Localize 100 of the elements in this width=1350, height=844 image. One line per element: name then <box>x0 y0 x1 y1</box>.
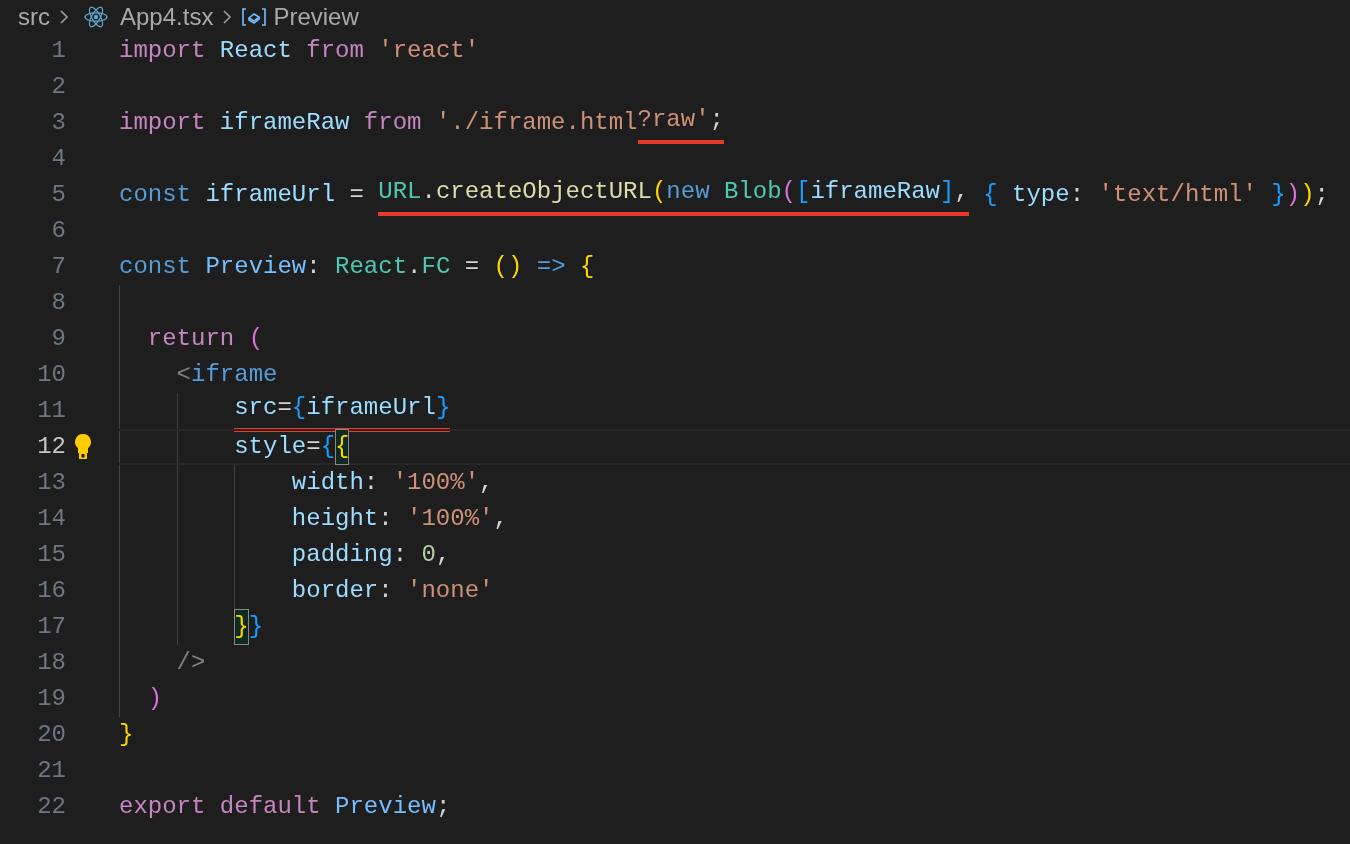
code-token: => <box>536 252 566 282</box>
underlined-code-token: } <box>435 390 451 432</box>
code-token: iframe <box>191 360 278 390</box>
underlined-code-token: createObjectURL <box>435 174 652 216</box>
code-token: 'react' <box>378 36 480 66</box>
line-number: 3 <box>51 109 66 136</box>
line-number: 9 <box>51 325 66 352</box>
code-token: ( <box>248 324 264 354</box>
underlined-code-token: { <box>291 390 307 432</box>
code-token: '100%' <box>392 468 480 498</box>
underlined-code-token: = <box>277 390 292 432</box>
underlined-code-token: ; <box>709 102 724 144</box>
chevron-right-icon <box>58 7 70 26</box>
breadcrumb-item[interactable]: Preview <box>273 4 359 29</box>
code-token: , <box>479 468 494 498</box>
underlined-code-token: iframeRaw <box>810 174 940 216</box>
line-number: 17 <box>37 613 66 640</box>
underlined-code-token: ] <box>940 174 955 216</box>
underlined-code-token: [ <box>796 174 811 216</box>
line-number: 5 <box>51 181 66 208</box>
underlined-code-token: new <box>666 174 710 216</box>
matched-bracket: { <box>335 429 350 465</box>
code-token: default <box>219 792 321 822</box>
code-token: './iframe.html <box>435 109 638 138</box>
line-number: 19 <box>37 685 66 712</box>
line-number: 10 <box>37 361 66 388</box>
code-token: : <box>1069 180 1085 210</box>
code-token: 0 <box>421 540 436 570</box>
code-token: /> <box>176 648 206 678</box>
code-token: return <box>147 324 235 354</box>
code-token: : <box>306 252 321 282</box>
breadcrumb-item[interactable]: App4.tsx <box>120 4 214 29</box>
code-token: = <box>349 180 364 210</box>
code-token: height <box>291 504 379 534</box>
symbol-variable-icon <box>241 6 268 27</box>
underlined-code-token: Blob <box>723 174 782 216</box>
lightbulb-icon[interactable] <box>72 433 93 461</box>
line-number: 8 <box>51 289 66 316</box>
code-token: iframeUrl <box>205 180 336 210</box>
underlined-code-token: , <box>954 174 969 216</box>
line-number: 21 <box>37 757 66 784</box>
line-number: 16 <box>37 577 66 604</box>
code-token: : <box>378 504 393 534</box>
code-token: } <box>1271 180 1286 210</box>
code-token: from <box>363 108 422 138</box>
line-number: 2 <box>51 73 66 100</box>
line-number: 4 <box>51 145 66 172</box>
underlined-code-token: src <box>234 390 278 432</box>
code-token: . <box>407 252 422 282</box>
code-token: , <box>493 504 508 534</box>
code-token: Preview <box>335 792 436 822</box>
underlined-code-token: URL <box>378 174 422 216</box>
code-token: () <box>493 252 523 282</box>
matched-bracket: } <box>234 609 249 645</box>
underlined-code-token: ?raw' <box>637 102 710 144</box>
code-token: ) <box>1300 180 1315 210</box>
code-token: ; <box>435 792 451 822</box>
code-token: border <box>291 576 379 606</box>
line-number: 15 <box>37 541 66 568</box>
code-token: = <box>464 252 480 282</box>
code-token: Preview <box>205 252 307 282</box>
underlined-code-token: ( <box>781 174 796 216</box>
code-token: type <box>1012 180 1070 210</box>
code-token: } <box>248 612 264 642</box>
code-token: import <box>119 36 206 66</box>
code-token: padding <box>291 540 393 570</box>
code-token: from <box>306 36 364 66</box>
code-token: ) <box>147 684 163 714</box>
line-number: 22 <box>37 793 66 820</box>
code-token: 'none' <box>407 576 494 606</box>
line-number: 14 <box>37 505 66 532</box>
line-number: 13 <box>37 469 66 496</box>
line-number: 7 <box>51 253 66 280</box>
code-token: 'text/html' <box>1098 180 1257 210</box>
code-token: ) <box>1285 180 1301 210</box>
code-token: const <box>119 180 191 210</box>
code-token: export <box>119 792 206 822</box>
line-number: 11 <box>37 397 66 424</box>
code-token: import <box>119 108 206 138</box>
code-token: , <box>435 540 451 570</box>
code-token: ; <box>1314 180 1329 210</box>
code-token: React <box>335 252 408 282</box>
line-number: 20 <box>37 721 66 748</box>
line-number: 6 <box>51 217 66 244</box>
code-token: = <box>306 432 321 462</box>
code-token: : <box>363 468 379 498</box>
breadcrumb-item[interactable]: src <box>18 4 50 29</box>
react-atom-icon <box>84 5 108 28</box>
code-token: { <box>579 252 595 282</box>
code-token: < <box>176 360 191 390</box>
line-number: 12 <box>37 433 66 460</box>
code-token: '100%' <box>407 504 494 534</box>
code-token: { <box>320 432 336 462</box>
code-token: React <box>219 36 292 66</box>
code-token: width <box>291 468 364 498</box>
code-token: style <box>234 432 307 462</box>
code-token: : <box>392 540 408 570</box>
code-token: iframeRaw <box>219 108 350 138</box>
underlined-code-token: . <box>421 174 436 216</box>
code-token: } <box>119 720 134 750</box>
